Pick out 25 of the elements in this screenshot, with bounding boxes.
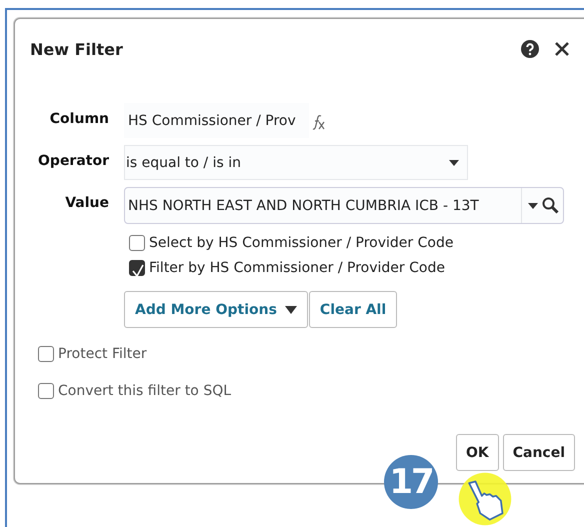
checkbox-label: Convert this filter to SQL [58, 383, 232, 399]
checkbox-label: Filter by HS Commissioner / Provider Code [149, 260, 445, 276]
checkbox[interactable] [38, 383, 54, 399]
dropdown-arrow-icon[interactable] [528, 202, 538, 208]
close-icon[interactable] [555, 42, 569, 56]
dropdown-arrow-icon [449, 160, 459, 166]
field-label: Column [48, 110, 109, 127]
ok-button[interactable]: OK [456, 434, 499, 471]
dialog-title: New Filter [30, 40, 124, 58]
operator-select[interactable]: is equal to / is in [124, 145, 468, 180]
checkbox-label: Protect Filter [58, 346, 147, 362]
clear-button[interactable]: Clear All [308, 291, 398, 328]
checkbox[interactable] [129, 235, 145, 251]
options-menu-button[interactable]: Add More Options [124, 291, 308, 328]
field-label: Value [64, 194, 109, 211]
checkbox[interactable] [129, 260, 145, 276]
field-label: Operator [37, 152, 109, 169]
column-value: HS Commissioner / Prov [128, 112, 296, 128]
checkbox[interactable] [38, 346, 54, 362]
cancel-button[interactable]: Cancel [502, 434, 575, 471]
search-icon[interactable] [542, 197, 559, 214]
help-icon[interactable] [521, 40, 539, 58]
caret-icon [284, 306, 297, 314]
checkbox-label: Select by HS Commissioner / Provider Code [149, 235, 454, 251]
step-badge: 17 [384, 455, 438, 509]
